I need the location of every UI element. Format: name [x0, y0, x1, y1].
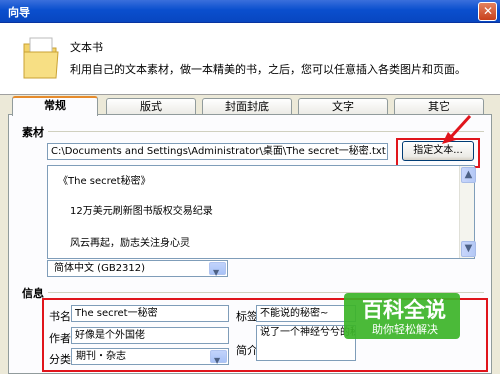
header-description: 利用自己的文本素材，做一本精美的书，之后，您可以任意插入各类图片和页面。: [70, 63, 466, 76]
content-line: 《The secret秘密》: [58, 176, 151, 187]
window-title: 向导: [8, 6, 30, 19]
content-line: 风云再起，励志关注身心灵: [70, 238, 190, 249]
close-icon: ✕: [483, 4, 494, 18]
folder-icon: [23, 37, 59, 79]
red-arrow-annotation: [442, 114, 472, 144]
tab-cover[interactable]: 封面封底: [202, 98, 292, 114]
header-title: 文本书: [70, 41, 103, 54]
scroll-up-icon[interactable]: ▲: [461, 167, 476, 183]
material-divider: [48, 131, 484, 132]
title-bar: 向导: [0, 0, 500, 23]
book-name-field[interactable]: The secret一秘密: [71, 305, 229, 322]
tab-general[interactable]: 常规: [12, 96, 98, 116]
info-section-label: 信息: [22, 287, 44, 300]
tag-field[interactable]: 不能说的秘密~: [256, 305, 356, 322]
watermark-slogan: 助你轻松解决: [372, 323, 438, 336]
watermark-brand: 百科全说: [362, 298, 446, 322]
tab-layout[interactable]: 版式: [106, 98, 196, 114]
category-label: 分类: [49, 353, 71, 366]
author-label: 作者: [49, 332, 71, 345]
category-select[interactable]: 期刊・杂志 ▼: [71, 348, 229, 365]
wizard-header: [0, 23, 500, 95]
tab-text[interactable]: 文字: [298, 98, 388, 114]
watermark-logo: 百科全说 助你轻松解决: [344, 293, 460, 339]
tag-label: 标签: [236, 310, 258, 323]
close-button[interactable]: ✕: [478, 2, 497, 21]
content-scrollbar[interactable]: ▲ ▼: [459, 166, 476, 258]
intro-field[interactable]: 说了一个神经兮兮的秘: [256, 325, 356, 361]
material-section-label: 素材: [22, 126, 44, 139]
author-field[interactable]: 好像是个外国佬: [71, 327, 229, 344]
scroll-down-icon[interactable]: ▼: [461, 241, 476, 257]
chevron-down-icon[interactable]: ▼: [209, 262, 226, 276]
intro-label: 简介: [236, 344, 258, 357]
content-preview[interactable]: 《The secret秘密》 12万美元刷新图书版权交易纪录 风云再起，励志关注…: [47, 165, 476, 259]
content-line: 12万美元刷新图书版权交易纪录: [70, 206, 213, 217]
chevron-down-icon[interactable]: ▼: [210, 350, 227, 364]
encoding-select[interactable]: 简体中文 (GB2312) ▼: [47, 260, 228, 277]
book-name-label: 书名: [49, 310, 71, 323]
file-path-field[interactable]: C:\Documents and Settings\Administrator\…: [47, 143, 388, 160]
